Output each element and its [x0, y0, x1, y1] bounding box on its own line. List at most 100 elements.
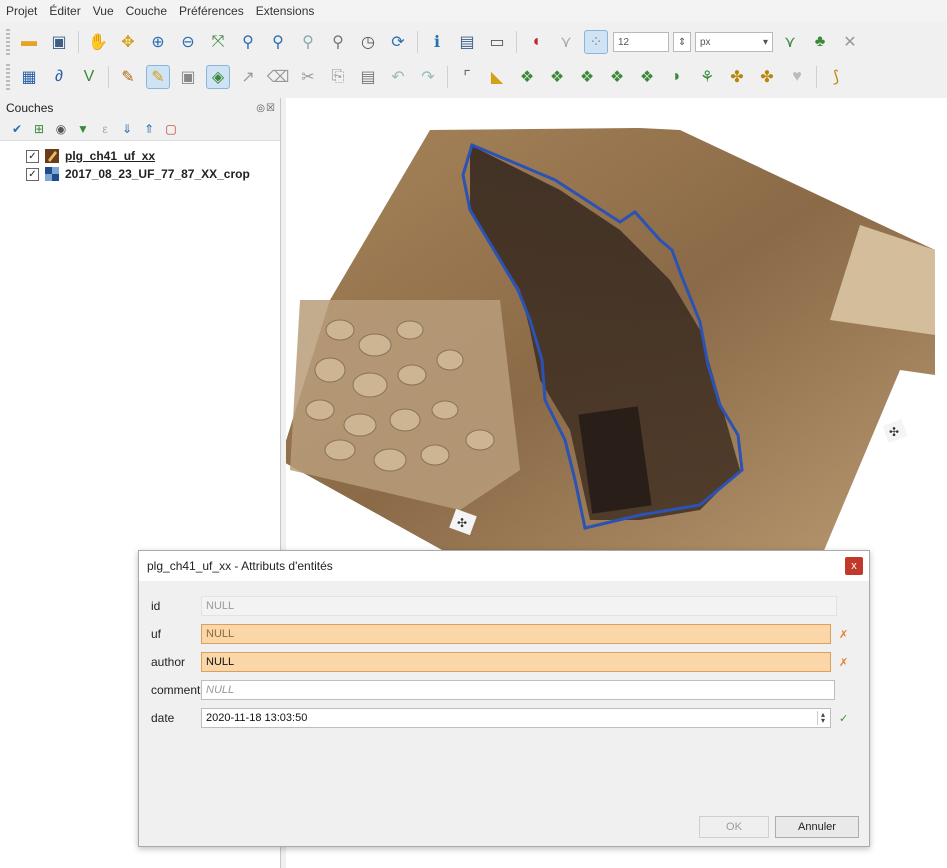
add-raster-icon[interactable]: ▦ [17, 65, 41, 89]
rotate-icon[interactable]: ❖ [605, 65, 629, 89]
layer-visibility-checkbox[interactable]: ✓ [26, 167, 39, 181]
vertex-tool-icon[interactable]: V [77, 65, 101, 89]
target-marker-symbol: ✣ [457, 516, 467, 530]
toolbar-grip[interactable] [6, 29, 10, 55]
snapping-vertex-icon[interactable]: ⋎ [554, 30, 578, 54]
snap-tolerance-value: 12 [618, 36, 630, 48]
expand-all-icon[interactable]: ⇓ [119, 121, 135, 137]
toolbar-separator [816, 66, 817, 88]
menu-projet[interactable]: Projet [0, 4, 43, 18]
delete-icon[interactable]: ⌫ [266, 65, 290, 89]
paste-icon[interactable]: ▤ [356, 65, 380, 89]
snapping-magnet-icon[interactable]: ◖ [524, 30, 548, 54]
snap-unit-select[interactable]: px ▾ [695, 32, 773, 52]
pan-to-selection-icon[interactable]: ✥ [116, 30, 140, 54]
field-row-author: author NULL ✗ [139, 651, 869, 673]
remove-layer-icon[interactable]: ▢ [163, 121, 179, 137]
add-group-icon[interactable]: ⊞ [31, 121, 47, 137]
open-project-icon[interactable]: ▬ [17, 30, 41, 54]
filter-expression-icon[interactable]: ε [97, 121, 113, 137]
redo-icon[interactable]: ↷ [416, 65, 440, 89]
panel-controls[interactable]: ◎☒ [256, 103, 276, 114]
reshape-icon[interactable]: ❖ [545, 65, 569, 89]
field-row-comment: comment NULL [139, 679, 869, 701]
more-tools-icon[interactable]: ⟆ [824, 65, 848, 89]
save-project-icon[interactable]: ▣ [47, 30, 71, 54]
toolbar-grip[interactable] [6, 64, 10, 90]
zoom-in-icon[interactable]: ⊕ [146, 30, 170, 54]
fill-ring-icon[interactable]: ❖ [635, 65, 659, 89]
snap-tolerance-input[interactable]: 12 [613, 32, 669, 52]
layer-item-raster[interactable]: ✓ 2017_08_23_UF_77_87_XX_crop [0, 165, 280, 183]
attribute-table-icon[interactable]: ▤ [455, 30, 479, 54]
pencil-edit-icon [45, 149, 59, 163]
zoom-out-icon[interactable]: ⊖ [176, 30, 200, 54]
pan-icon[interactable]: ✋ [86, 30, 110, 54]
raster-layer-icon [45, 167, 59, 181]
edit-pencil-icon[interactable]: ✎ [116, 65, 140, 89]
cut-icon[interactable]: ✂ [296, 65, 320, 89]
menu-vue[interactable]: Vue [87, 4, 120, 18]
toolbar-separator [447, 66, 448, 88]
zoom-full-icon[interactable]: ⤧ [206, 30, 230, 54]
snapping-intersection-icon[interactable]: ♣ [808, 30, 832, 54]
field-label-id: id [151, 599, 161, 613]
zoom-to-layer-icon[interactable]: ⚲ [266, 30, 290, 54]
layer-name: 2017_08_23_UF_77_87_XX_crop [65, 167, 250, 181]
temporal-icon[interactable]: ◷ [356, 30, 380, 54]
menu-couche[interactable]: Couche [120, 4, 173, 18]
date-field[interactable]: 2020-11-18 13:03:50 ▴ ▾ [201, 708, 831, 728]
delete-ring-icon[interactable]: ◗ [665, 65, 689, 89]
digitize-curve-icon[interactable]: ⌜ [455, 65, 479, 89]
menu-preferences[interactable]: Préférences [173, 4, 250, 18]
add-part-icon[interactable]: ✤ [755, 65, 779, 89]
toolbar-separator [417, 31, 418, 53]
date-value: 2020-11-18 13:03:50 [206, 712, 308, 724]
offset-icon[interactable]: ❖ [575, 65, 599, 89]
menu-editer[interactable]: Éditer [43, 4, 86, 18]
trace-icon[interactable]: ⋎ [778, 30, 802, 54]
author-value: NULL [206, 656, 235, 668]
snap-tolerance-spinner[interactable]: ⇕ [673, 32, 691, 52]
zoom-last-icon[interactable]: ⚲ [326, 30, 350, 54]
date-spinner[interactable]: ▴ ▾ [817, 711, 828, 725]
merge-icon[interactable]: ❖ [515, 65, 539, 89]
collapse-all-icon[interactable]: ⇑ [141, 121, 157, 137]
split-features-icon[interactable]: ◣ [485, 65, 509, 89]
filter-icon[interactable]: ▼ [75, 121, 91, 137]
zoom-to-selection-icon[interactable]: ⚲ [236, 30, 260, 54]
id-value: NULL [206, 600, 235, 612]
constraint-ok-icon: ✓ [839, 712, 849, 725]
add-polygon-icon[interactable]: ◈ [206, 65, 230, 89]
uf-field[interactable]: NULL [201, 624, 831, 644]
identify-icon[interactable]: ℹ [425, 30, 449, 54]
visibility-icon[interactable]: ◉ [53, 121, 69, 137]
layer-visibility-checkbox[interactable]: ✓ [26, 149, 39, 163]
cancel-button[interactable]: Annuler [775, 816, 859, 838]
delete-part-icon[interactable]: ⚘ [695, 65, 719, 89]
dialog-titlebar: plg_ch41_uf_xx - Attributs d'entités x [139, 551, 869, 581]
undo-icon[interactable]: ↶ [386, 65, 410, 89]
snapping-mode-icon[interactable]: ⁘ [584, 30, 608, 54]
comment-field[interactable]: NULL [201, 680, 835, 700]
add-ring-icon[interactable]: ✤ [725, 65, 749, 89]
feature-attributes-dialog: plg_ch41_uf_xx - Attributs d'entités x i… [138, 550, 870, 847]
ok-button[interactable]: OK [699, 816, 769, 838]
field-label-date: date [151, 711, 175, 725]
save-edits-icon[interactable]: ▣ [176, 65, 200, 89]
style-manager-icon[interactable]: ✔ [9, 121, 25, 137]
refresh-icon[interactable]: ⟳ [386, 30, 410, 54]
layer-item-polygon[interactable]: ✓ plg_ch41_uf_xx [0, 147, 280, 165]
field-label-author: author [151, 655, 186, 669]
measure-icon[interactable]: ▭ [485, 30, 509, 54]
vertex-tool-dropdown-icon[interactable]: ↗ [236, 65, 260, 89]
copy-icon[interactable]: ⎘ [326, 65, 350, 89]
menu-extensions[interactable]: Extensions [250, 4, 321, 18]
zoom-native-icon[interactable]: ⚲ [296, 30, 320, 54]
close-icon[interactable]: ✕ [838, 30, 862, 54]
toggle-editing-icon[interactable]: ✎ [146, 65, 170, 89]
reverse-line-icon[interactable]: ♥ [785, 65, 809, 89]
digitize-icon[interactable]: ∂ [47, 65, 71, 89]
author-field[interactable]: NULL [201, 652, 831, 672]
close-button[interactable]: x [845, 557, 863, 575]
